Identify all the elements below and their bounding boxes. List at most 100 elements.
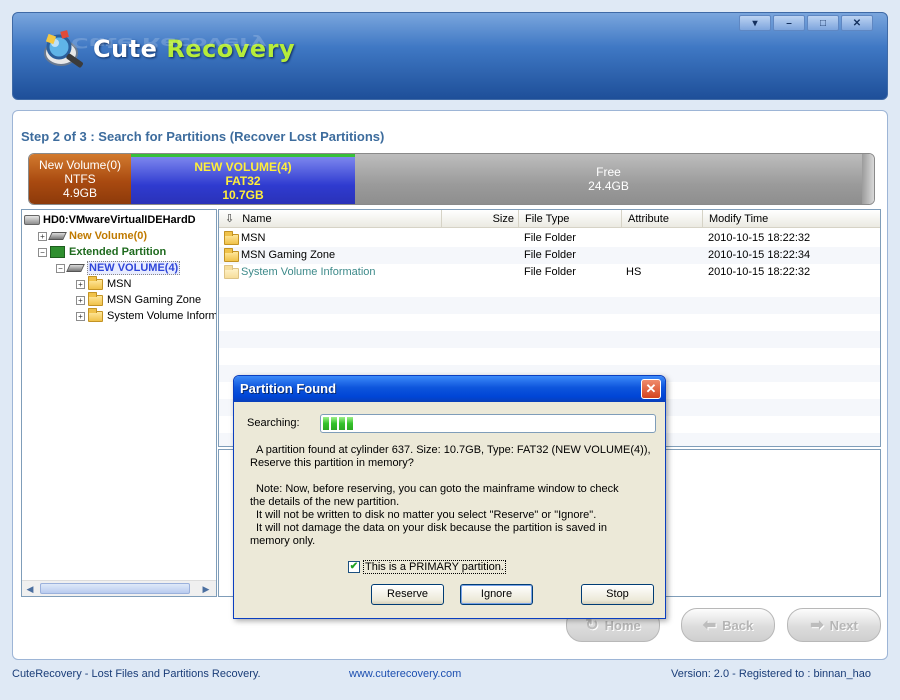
note-line-4: It will not damage the data on your disk… xyxy=(256,522,607,534)
arrow-right-icon: ➡ xyxy=(810,617,824,634)
partition-name: Free xyxy=(596,165,621,179)
website-link[interactable]: www.cuterecovery.com xyxy=(349,668,461,680)
tree-item-label: New Volume(0) xyxy=(69,230,148,242)
column-header-attribute[interactable]: Attribute xyxy=(622,210,703,228)
dialog-close-icon[interactable]: ✕ xyxy=(641,379,661,399)
tree-item-disk[interactable]: HD0:VMwareVirtualIDEHardD xyxy=(24,212,196,228)
progress-block xyxy=(339,417,345,430)
hard-disk-icon xyxy=(24,215,40,225)
scroll-right-icon[interactable]: ▶ xyxy=(200,583,212,595)
close-button[interactable]: ✕ xyxy=(841,15,873,31)
tree-item-label: MSN Gaming Zone xyxy=(107,294,202,306)
cell-time: 2010-10-15 18:22:32 xyxy=(708,232,811,244)
cell-type: File Folder xyxy=(524,266,576,278)
primary-partition-checkbox[interactable]: ✔ This is a PRIMARY partition. xyxy=(348,560,506,574)
cell-name: MSN xyxy=(241,232,266,244)
tree-horizontal-scrollbar[interactable]: ◀ ▶ xyxy=(22,580,216,596)
next-button[interactable]: ➡ Next xyxy=(787,608,881,642)
partition-segment-fat32[interactable]: NEW VOLUME(4) FAT32 10.7GB xyxy=(131,154,355,204)
tree-item-label: Extended Partition xyxy=(69,246,167,258)
list-stripe xyxy=(219,331,880,348)
partition-name: New Volume(0) xyxy=(38,158,122,172)
menu-dropdown-icon[interactable]: ▾ xyxy=(739,15,771,31)
folder-icon xyxy=(88,291,103,306)
window-controls: ▾ – □ ✕ xyxy=(739,15,873,31)
table-row[interactable]: MSN Gaming Zone File Folder 2010-10-15 1… xyxy=(219,247,880,264)
dialog-title: Partition Found xyxy=(234,376,665,402)
cell-name: System Volume Information xyxy=(241,266,376,278)
tree-item-new-volume-0[interactable]: + New Volume(0) xyxy=(38,228,147,244)
expand-icon[interactable]: + xyxy=(76,311,85,321)
partition-size: 10.7GB xyxy=(222,187,264,202)
cell-time: 2010-10-15 18:22:34 xyxy=(708,249,811,261)
progress-fill xyxy=(323,417,653,430)
note-line-3: It will not be written to disk no matter… xyxy=(256,509,597,521)
partition-bar-end xyxy=(862,154,874,204)
progress-block xyxy=(347,417,353,430)
collapse-icon[interactable]: − xyxy=(56,263,65,273)
tree-item-label: HD0:VMwareVirtualIDEHardD xyxy=(43,214,196,226)
volume-icon xyxy=(66,264,85,272)
app-title-bar: Cute Recovery Cute Recovery ▾ – □ ✕ xyxy=(12,12,888,100)
checkbox-label[interactable]: This is a PRIMARY partition. xyxy=(363,560,506,574)
table-row[interactable]: System Volume Information File Folder HS… xyxy=(219,264,880,281)
cell-type: File Folder xyxy=(524,232,576,244)
extended-partition-icon xyxy=(50,246,65,258)
table-row[interactable]: MSN File Folder 2010-10-15 18:22:32 xyxy=(219,230,880,247)
cell-attribute: HS xyxy=(626,266,642,278)
found-message-line-1: A partition found at cylinder 637. Size:… xyxy=(256,444,651,456)
tree-item-folder[interactable]: + MSN Gaming Zone xyxy=(76,291,202,308)
partition-segment-ntfs[interactable]: New Volume(0) NTFS 4.9GB xyxy=(29,154,131,204)
tree-item-folder[interactable]: + MSN xyxy=(76,275,131,292)
stop-button[interactable]: Stop xyxy=(581,584,654,605)
sort-arrow-icon: ⇩ xyxy=(225,213,235,225)
ignore-button[interactable]: Ignore xyxy=(460,584,533,605)
cell-name: MSN Gaming Zone xyxy=(241,249,336,261)
maximize-button[interactable]: □ xyxy=(807,15,839,31)
back-button[interactable]: ⬅ Back xyxy=(681,608,775,642)
file-list-header: ⇩ Name Size File Type Attribute Modify T… xyxy=(219,210,880,228)
found-message-line-2: Reserve this partition in memory? xyxy=(250,457,414,469)
folder-icon xyxy=(88,307,103,322)
partition-found-dialog: Partition Found ✕ Searching: A partition… xyxy=(233,375,666,619)
partition-tree: HD0:VMwareVirtualIDEHardD + New Volume(0… xyxy=(21,209,217,597)
dialog-body: Searching: A partition found at cylinder… xyxy=(237,402,662,616)
expand-icon[interactable]: + xyxy=(76,295,85,305)
status-footer: CuteRecovery - Lost Files and Partitions… xyxy=(0,668,900,688)
progress-block xyxy=(323,417,329,430)
app-title-reflection: Cute Recovery xyxy=(71,34,267,51)
partition-fs: FAT32 xyxy=(225,173,261,188)
folder-icon xyxy=(224,265,239,279)
partition-size: 4.9GB xyxy=(62,186,98,200)
column-header-file-type[interactable]: File Type xyxy=(519,210,622,228)
back-label: Back xyxy=(722,617,754,633)
tree-item-folder[interactable]: + System Volume Inform xyxy=(76,307,216,324)
progress-block xyxy=(331,417,337,430)
version-text: Version: 2.0 - Registered to : binnan_ha… xyxy=(671,668,871,680)
column-label: Name xyxy=(242,213,272,225)
tree-item-label: NEW VOLUME(4) xyxy=(87,261,181,275)
step-title: Step 2 of 3 : Search for Partitions (Rec… xyxy=(21,129,385,144)
expand-icon[interactable]: + xyxy=(76,279,85,289)
reserve-button[interactable]: Reserve xyxy=(371,584,444,605)
cell-time: 2010-10-15 18:22:32 xyxy=(708,266,811,278)
column-header-name[interactable]: ⇩ Name xyxy=(219,210,442,228)
checkbox-checked-icon[interactable]: ✔ xyxy=(348,561,360,573)
search-progress-bar xyxy=(320,414,656,433)
list-stripe xyxy=(219,297,880,314)
collapse-icon[interactable]: − xyxy=(38,247,47,257)
note-line-5: memory only. xyxy=(250,535,316,547)
tree-item-new-volume-4[interactable]: − NEW VOLUME(4) xyxy=(56,260,181,276)
expand-icon[interactable]: + xyxy=(38,231,47,241)
column-header-modify-time[interactable]: Modify Time xyxy=(703,210,880,228)
tree-item-extended[interactable]: − Extended Partition xyxy=(38,244,166,260)
note-line-2: the details of the new partition. xyxy=(250,496,400,508)
partition-bar: New Volume(0) NTFS 4.9GB NEW VOLUME(4) F… xyxy=(28,153,875,205)
column-header-size[interactable]: Size xyxy=(442,210,519,228)
scroll-left-icon[interactable]: ◀ xyxy=(24,583,36,595)
partition-segment-free[interactable]: Free 24.4GB xyxy=(355,154,862,204)
partition-name: NEW VOLUME(4) xyxy=(194,159,292,174)
note-line-1: Note: Now, before reserving, you can got… xyxy=(256,483,619,495)
scrollbar-thumb[interactable] xyxy=(40,583,190,594)
minimize-button[interactable]: – xyxy=(773,15,805,31)
